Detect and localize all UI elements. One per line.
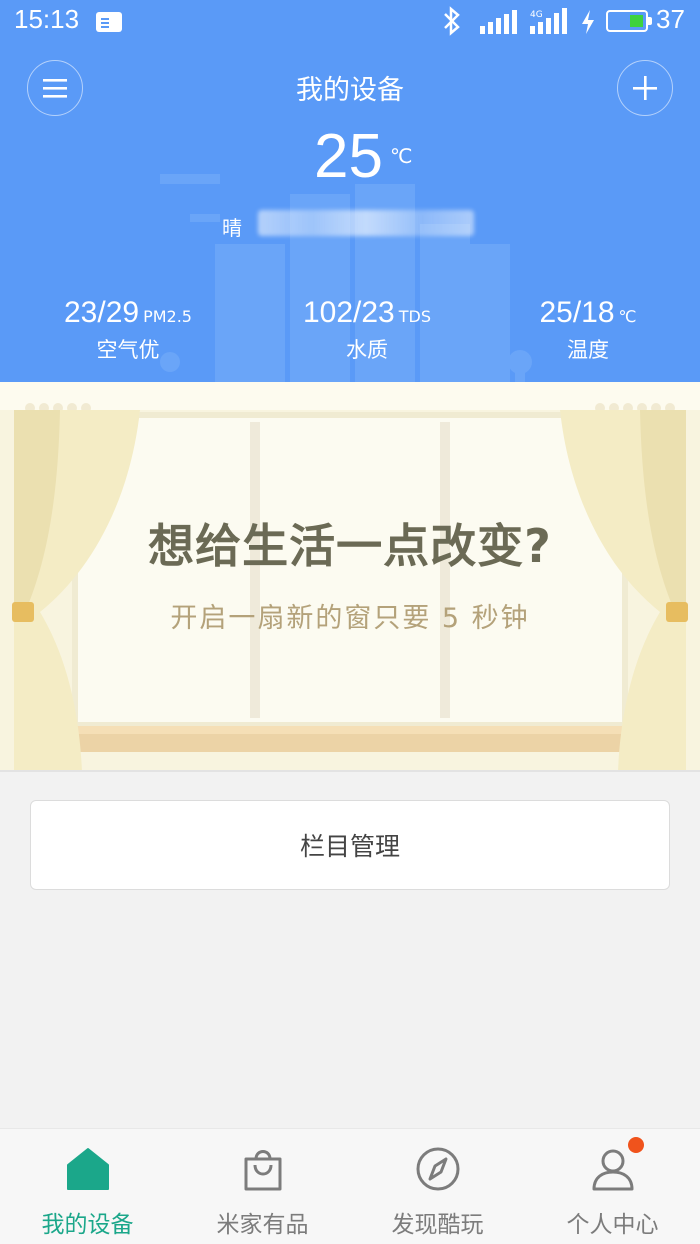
stat-value: 23/29 bbox=[64, 296, 140, 329]
nav-item-profile[interactable]: 个人中心 bbox=[525, 1129, 700, 1244]
compass-icon bbox=[416, 1147, 460, 1191]
bottom-navigation: 我的设备 米家有品 发现酷玩 个人中心 bbox=[0, 1128, 700, 1244]
window-curtain-illustration bbox=[0, 382, 700, 772]
stat-air-quality[interactable]: 23/29 PM2.5 空气优 bbox=[18, 296, 238, 364]
blurred-location bbox=[258, 210, 474, 236]
4g-signal-icon: 4G bbox=[530, 8, 567, 34]
temperature-unit: ℃ bbox=[390, 144, 413, 168]
promo-banner[interactable]: 想给生活一点改变? 开启一扇新的窗只要 5 秒钟 bbox=[0, 382, 700, 772]
banner-subtitle: 开启一扇新的窗只要 5 秒钟 bbox=[170, 603, 530, 634]
nav-label: 米家有品 bbox=[216, 1212, 309, 1238]
nav-label: 我的设备 bbox=[41, 1212, 134, 1238]
charging-icon bbox=[582, 10, 594, 34]
stat-value: 25/18 bbox=[539, 296, 615, 329]
nav-label: 个人中心 bbox=[566, 1212, 659, 1238]
nav-item-mijia-store[interactable]: 米家有品 bbox=[175, 1129, 350, 1244]
stat-label: 空气优 bbox=[96, 338, 160, 362]
stat-value: 102/23 bbox=[302, 296, 395, 329]
nav-item-discover[interactable]: 发现酷玩 bbox=[350, 1129, 525, 1244]
stat-unit: ℃ bbox=[618, 307, 637, 326]
weather-condition: 晴 bbox=[222, 216, 242, 240]
nav-label: 发现酷玩 bbox=[391, 1212, 484, 1238]
stat-unit: TDS bbox=[398, 307, 431, 326]
shopping-bag-icon bbox=[244, 1150, 282, 1191]
weather-header: 我的设备 25 ℃ 晴 23/29 PM2.5 空气优 102/23 TDS 水质 … bbox=[0, 44, 700, 382]
manage-columns-button[interactable]: 栏目管理 bbox=[30, 800, 670, 890]
nav-item-my-devices[interactable]: 我的设备 bbox=[0, 1129, 175, 1244]
svg-text:4G: 4G bbox=[530, 10, 543, 20]
add-device-button[interactable] bbox=[617, 60, 673, 116]
page-title: 我的设备 bbox=[296, 75, 404, 106]
person-icon bbox=[592, 1149, 634, 1191]
stat-label: 水质 bbox=[346, 338, 388, 362]
stat-water-quality[interactable]: 102/23 TDS 水质 bbox=[257, 296, 477, 364]
battery-icon bbox=[606, 10, 652, 32]
status-bar: 15:13 4G 37 bbox=[0, 0, 700, 44]
plus-icon bbox=[633, 76, 657, 100]
stat-label: 温度 bbox=[567, 338, 609, 362]
bluetooth-icon bbox=[444, 6, 460, 36]
banner-title: 想给生活一点改变? bbox=[148, 519, 552, 573]
sim-card-icon bbox=[96, 12, 122, 32]
battery-level: 37 bbox=[656, 4, 685, 34]
temperature-value: 25 bbox=[314, 122, 383, 191]
stat-unit: PM2.5 bbox=[143, 307, 192, 326]
signal-icon bbox=[480, 10, 517, 34]
stat-temperature[interactable]: 25/18 ℃ 温度 bbox=[478, 296, 698, 364]
notification-dot bbox=[628, 1137, 644, 1153]
home-icon bbox=[67, 1148, 109, 1190]
status-time: 15:13 bbox=[14, 4, 80, 34]
